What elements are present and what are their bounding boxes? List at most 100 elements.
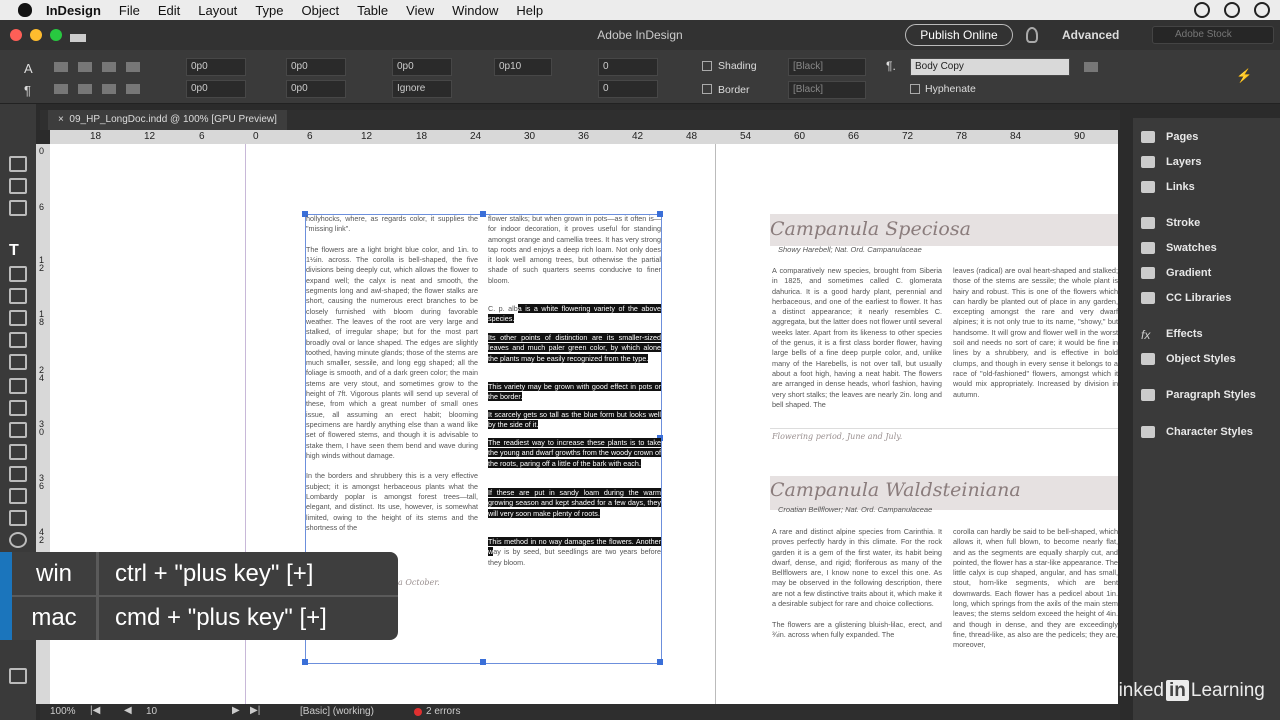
object-styles-icon[interactable] bbox=[1141, 353, 1155, 365]
justify-all-icon[interactable] bbox=[126, 84, 140, 94]
border-color-select[interactable]: [Black] bbox=[788, 81, 866, 99]
gradient-swatch-tool-icon[interactable] bbox=[9, 422, 27, 438]
zoom-level[interactable]: 100% bbox=[50, 706, 76, 717]
border-checkbox[interactable] bbox=[702, 84, 712, 94]
shading-checkbox[interactable] bbox=[702, 61, 712, 71]
last-page-icon[interactable]: ▶| bbox=[250, 705, 260, 716]
app-menu[interactable]: InDesign bbox=[46, 3, 101, 18]
preflight-profile[interactable]: [Basic] (working) bbox=[300, 706, 374, 717]
paragraph-styles-panel-button[interactable]: Paragraph Styles bbox=[1166, 389, 1256, 401]
gradient-feather-tool-icon[interactable] bbox=[9, 444, 27, 460]
document-tab[interactable]: × 09_HP_LongDoc.indd @ 100% [GPU Preview… bbox=[48, 110, 287, 130]
gap-tool-icon[interactable] bbox=[9, 200, 27, 216]
cc-libraries-panel-button[interactable]: CC Libraries bbox=[1166, 292, 1231, 304]
adobe-stock-search[interactable]: Adobe Stock bbox=[1152, 26, 1274, 44]
species-text-col1[interactable]: A comparatively new species, brought fro… bbox=[772, 266, 942, 416]
spotlight-icon[interactable] bbox=[1224, 2, 1240, 18]
character-mode-icon[interactable]: A bbox=[24, 61, 33, 76]
align-right-icon[interactable] bbox=[102, 62, 116, 72]
menu-file[interactable]: File bbox=[119, 3, 140, 18]
species-text-col2[interactable]: corolla can hardly be said to be bell-sh… bbox=[953, 527, 1118, 662]
paragraph-styles-icon[interactable] bbox=[1141, 389, 1155, 401]
shading-color-select[interactable]: [Black] bbox=[788, 58, 866, 76]
page-number[interactable]: 10 bbox=[146, 706, 157, 717]
alba-paragraph[interactable]: C. p. alba is a white flowering variety … bbox=[488, 304, 661, 328]
zoom-tool-icon[interactable] bbox=[9, 532, 27, 548]
hyphenate-checkbox[interactable] bbox=[910, 84, 920, 94]
paragraph-mode-icon[interactable]: ¶ bbox=[24, 83, 31, 98]
frame-handle[interactable] bbox=[480, 659, 486, 665]
effects-panel-button[interactable]: Effects bbox=[1166, 328, 1203, 340]
pages-panel-button[interactable]: Pages bbox=[1166, 131, 1198, 143]
scissors-tool-icon[interactable] bbox=[9, 378, 27, 394]
stroke-icon[interactable] bbox=[1141, 217, 1155, 229]
pages-icon[interactable] bbox=[1141, 131, 1155, 143]
rectangle-frame-tool-icon[interactable] bbox=[9, 332, 27, 348]
hand-tool-icon[interactable] bbox=[9, 510, 27, 526]
menu-view[interactable]: View bbox=[406, 3, 434, 18]
selected-paragraph[interactable]: This variety may be grown with good effe… bbox=[488, 382, 661, 404]
creative-cloud-icon[interactable] bbox=[1194, 2, 1210, 18]
columns-icon[interactable] bbox=[1084, 62, 1098, 72]
paragraph-style-select[interactable]: Body Copy bbox=[910, 58, 1070, 76]
lightbulb-icon[interactable] bbox=[1026, 27, 1038, 43]
gradient-icon[interactable] bbox=[1141, 267, 1155, 279]
selection-tool-icon[interactable] bbox=[9, 134, 27, 150]
selected-paragraph[interactable]: It scarcely gets so tall as the blue for… bbox=[488, 410, 661, 432]
menu-help[interactable]: Help bbox=[516, 3, 543, 18]
align-center-icon[interactable] bbox=[78, 62, 92, 72]
selected-paragraph[interactable]: Its other points of distinction are its … bbox=[488, 333, 661, 375]
direct-selection-tool-icon[interactable] bbox=[9, 156, 27, 172]
frame-handle[interactable] bbox=[302, 659, 308, 665]
menu-window[interactable]: Window bbox=[452, 3, 498, 18]
type-tool-icon[interactable]: T bbox=[9, 242, 27, 259]
gradient-panel-button[interactable]: Gradient bbox=[1166, 267, 1211, 279]
workspace-switcher[interactable]: Advanced bbox=[1062, 28, 1119, 42]
species-text-col1[interactable]: A rare and distinct alpine species from … bbox=[772, 527, 942, 662]
apple-icon[interactable] bbox=[18, 3, 32, 17]
selected-paragraph[interactable]: If these are put in sandy loam during th… bbox=[488, 488, 661, 530]
align-justify-icon[interactable] bbox=[126, 62, 140, 72]
right-column-intro[interactable]: flower stalks; but when grown in pots—as… bbox=[488, 214, 661, 300]
align-left-icon[interactable] bbox=[54, 62, 68, 72]
publish-online-button[interactable]: Publish Online bbox=[905, 24, 1013, 46]
menu-table[interactable]: Table bbox=[357, 3, 388, 18]
last-line-indent-field[interactable]: 0p0 bbox=[286, 80, 346, 98]
species-text-col2[interactable]: leaves (radical) are oval heart-shaped a… bbox=[953, 266, 1118, 416]
menu-layout[interactable]: Layout bbox=[198, 3, 237, 18]
species-heading[interactable]: Campanula Waldsteiniana bbox=[770, 479, 1021, 501]
method-paragraph[interactable]: This method in no way damages the flower… bbox=[488, 537, 661, 567]
selected-paragraph[interactable]: The readiest way to increase these plant… bbox=[488, 438, 661, 480]
align-grid-select[interactable]: Ignore bbox=[392, 80, 452, 98]
menu-type[interactable]: Type bbox=[255, 3, 283, 18]
effects-icon[interactable]: fx bbox=[1141, 328, 1155, 342]
left-column-text[interactable]: hollyhocks, where, as regards color, it … bbox=[306, 214, 478, 574]
frame-handle[interactable] bbox=[480, 211, 486, 217]
space-before-field[interactable]: 0p0 bbox=[392, 58, 452, 76]
species-subheading[interactable]: Croatian Bellflower; Nat. Ord. Campanula… bbox=[778, 505, 932, 514]
left-indent-field[interactable]: 0p0 bbox=[186, 58, 246, 76]
object-styles-panel-button[interactable]: Object Styles bbox=[1166, 353, 1236, 365]
page-tool-icon[interactable] bbox=[9, 178, 27, 194]
species-heading[interactable]: Campanula Speciosa bbox=[770, 218, 971, 240]
swatches-panel-button[interactable]: Swatches bbox=[1166, 242, 1217, 254]
pencil-tool-icon[interactable] bbox=[9, 310, 27, 326]
note-tool-icon[interactable] bbox=[9, 466, 27, 482]
line-tool-icon[interactable] bbox=[9, 266, 27, 282]
layers-icon[interactable] bbox=[1141, 156, 1155, 168]
free-transform-tool-icon[interactable] bbox=[9, 400, 27, 416]
swatches-icon[interactable] bbox=[1141, 242, 1155, 254]
eyedropper-tool-icon[interactable] bbox=[9, 488, 27, 504]
justify-left-icon[interactable] bbox=[54, 84, 68, 94]
cc-libraries-icon[interactable] bbox=[1141, 292, 1155, 304]
right-indent-field[interactable]: 0p0 bbox=[286, 58, 346, 76]
frame-handle[interactable] bbox=[657, 659, 663, 665]
screen-mode-icon[interactable] bbox=[9, 668, 27, 684]
prev-page-icon[interactable]: ◀ bbox=[124, 705, 132, 716]
first-line-indent-field[interactable]: 0p0 bbox=[186, 80, 246, 98]
justify-center-icon[interactable] bbox=[78, 84, 92, 94]
links-panel-button[interactable]: Links bbox=[1166, 181, 1195, 193]
menu-edit[interactable]: Edit bbox=[158, 3, 180, 18]
close-tab-icon[interactable]: × bbox=[58, 114, 64, 125]
pen-tool-icon[interactable] bbox=[9, 288, 27, 304]
